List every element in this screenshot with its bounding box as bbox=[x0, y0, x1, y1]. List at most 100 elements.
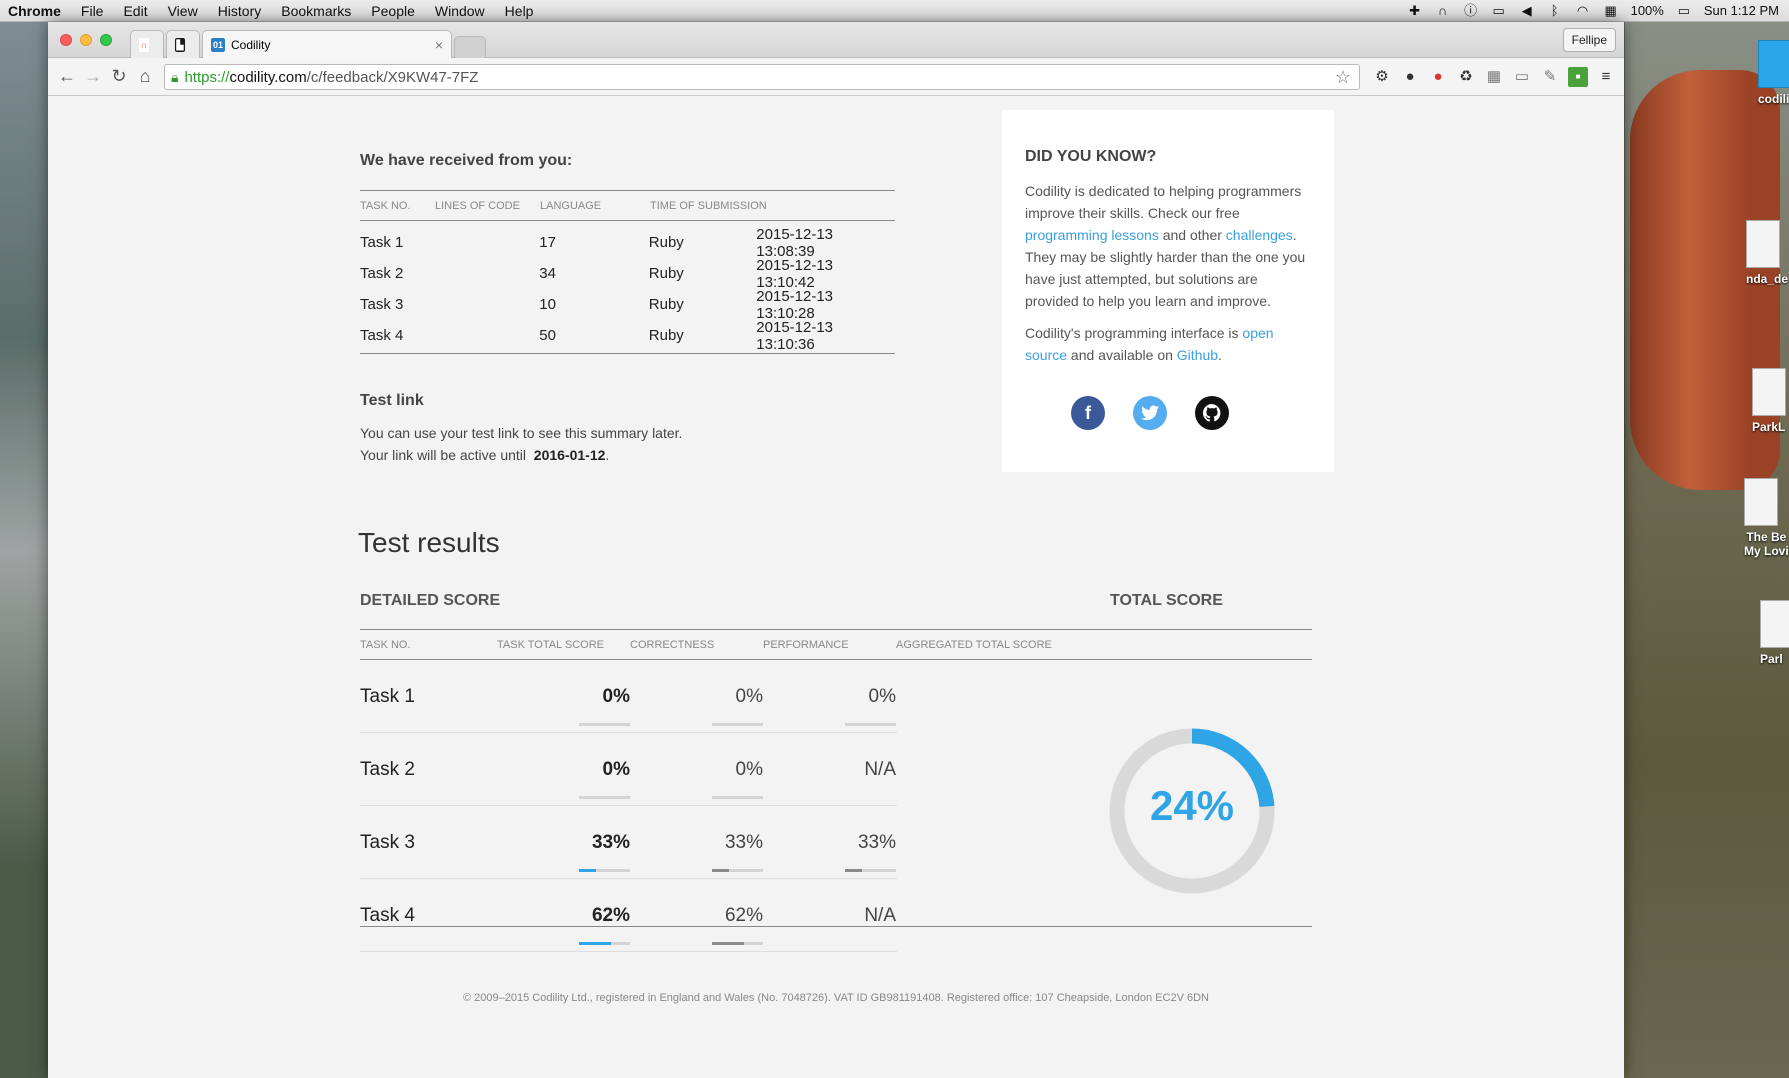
menu-history[interactable]: History bbox=[208, 3, 272, 19]
flag-icon[interactable]: ▦ bbox=[1603, 3, 1619, 18]
tab-codility[interactable]: 01 Codility × bbox=[202, 30, 452, 58]
profile-button[interactable]: Fellipe bbox=[1562, 28, 1616, 52]
zoom-window-button[interactable] bbox=[100, 34, 112, 46]
menu-bookmarks[interactable]: Bookmarks bbox=[271, 3, 361, 19]
received-table: TASK NO. LINES OF CODE LANGUAGE TIME OF … bbox=[360, 190, 895, 354]
lock-icon: 🔒︎ bbox=[171, 68, 179, 85]
airplay-icon[interactable]: ▭ bbox=[1491, 3, 1507, 18]
document-icon bbox=[1760, 600, 1789, 648]
challenges-link[interactable]: challenges bbox=[1226, 227, 1293, 243]
recycle-icon[interactable]: ♻ bbox=[1456, 67, 1476, 87]
did-you-know-paragraph-2: Codility's programming interface is open… bbox=[1025, 325, 1274, 363]
col-time: TIME OF SUBMISSION bbox=[650, 199, 767, 212]
menu-view[interactable]: View bbox=[158, 3, 208, 19]
browser-toolbar: ← → ↻ ⌂ 🔒︎ https:// codility.com /c/feed… bbox=[48, 58, 1624, 96]
divider bbox=[360, 353, 895, 354]
score-bar bbox=[579, 796, 630, 799]
bluetooth-icon[interactable]: ᛒ bbox=[1547, 3, 1563, 18]
col-performance: PERFORMANCE bbox=[763, 638, 849, 651]
cast-icon[interactable]: ▭ bbox=[1512, 67, 1532, 87]
received-table-header: TASK NO. LINES OF CODE LANGUAGE TIME OF … bbox=[360, 191, 895, 221]
plus-cross-icon[interactable]: ✚ bbox=[1407, 3, 1423, 18]
extension-grid-icon[interactable]: ▦ bbox=[1484, 67, 1504, 87]
correctness-bar bbox=[712, 869, 763, 872]
info-icon[interactable]: ⓘ bbox=[1463, 3, 1479, 18]
correctness-bar bbox=[712, 723, 763, 726]
volume-icon[interactable]: ◀ bbox=[1519, 3, 1535, 18]
home-icon[interactable]: ⌂ bbox=[132, 66, 158, 87]
github-octocat-icon[interactable] bbox=[1195, 396, 1229, 430]
test-link-line2: Your link will be active until 2016-01-1… bbox=[360, 447, 610, 463]
total-score-value: 24% bbox=[1149, 782, 1235, 829]
tab-strip: ∩ ▙ 01 Codility × Fellipe bbox=[48, 22, 1624, 58]
tab-pinned-2[interactable]: ▙ bbox=[166, 30, 200, 58]
desktop-icon-the-be[interactable]: The Be My Lovi bbox=[1744, 478, 1789, 558]
menu-edit[interactable]: Edit bbox=[113, 3, 157, 19]
app-favicon-icon: ▙ bbox=[175, 37, 185, 52]
test-link-heading: Test link bbox=[360, 392, 424, 409]
headphones-icon[interactable]: ∩ bbox=[1435, 3, 1451, 18]
extension-pen-icon[interactable]: ✎ bbox=[1540, 67, 1560, 87]
total-score-heading: TOTAL SCORE bbox=[1110, 592, 1223, 609]
desktop-icon-codility[interactable]: codili bbox=[1758, 40, 1789, 106]
programming-lessons-link[interactable]: programming lessons bbox=[1025, 227, 1159, 243]
address-bar[interactable]: 🔒︎ https:// codility.com /c/feedback/X9K… bbox=[164, 64, 1360, 90]
document-icon bbox=[1752, 368, 1786, 416]
close-window-button[interactable] bbox=[60, 34, 72, 46]
score-bar bbox=[579, 942, 630, 945]
star-icon[interactable]: ☆ bbox=[1335, 67, 1351, 88]
hamburger-icon[interactable]: ≡ bbox=[1596, 67, 1616, 87]
extension-red-icon[interactable]: ● bbox=[1428, 67, 1448, 87]
table-row: Task 2 34 Ruby 2015-12-13 13:10:42 bbox=[360, 256, 834, 291]
score-table-header: TASK NO. TASK TOTAL SCORE CORRECTNESS PE… bbox=[360, 630, 1312, 660]
desktop-icon-nda[interactable]: nda_de bbox=[1746, 220, 1788, 286]
menu-window[interactable]: Window bbox=[425, 3, 495, 19]
close-tab-icon[interactable]: × bbox=[435, 37, 443, 53]
document-icon bbox=[1744, 478, 1778, 526]
desktop-icon-parkl[interactable]: ParkL bbox=[1752, 368, 1786, 434]
github-link[interactable]: Github bbox=[1177, 347, 1218, 363]
correctness-bar bbox=[712, 942, 763, 945]
test-link-section: Test link You can use your test link to … bbox=[360, 392, 895, 466]
tab-pinned-1[interactable]: ∩ bbox=[130, 30, 164, 58]
page-content: We have received from you: TASK NO. LINE… bbox=[48, 97, 1624, 1078]
battery-icon[interactable]: ▭ bbox=[1676, 3, 1692, 18]
url-path: /c/feedback/X9KW47-7FZ bbox=[306, 68, 479, 86]
minimize-window-button[interactable] bbox=[80, 34, 92, 46]
desktop-icon-parl[interactable]: Parl bbox=[1760, 600, 1789, 666]
table-row: Task 4 50 Ruby 2015-12-13 13:10:36 bbox=[360, 318, 834, 353]
menu-file[interactable]: File bbox=[71, 3, 114, 19]
reload-icon[interactable]: ↻ bbox=[106, 66, 132, 87]
clock[interactable]: Sun 1:12 PM bbox=[1704, 3, 1779, 18]
gear-icon[interactable]: ⚙ bbox=[1372, 67, 1392, 87]
footer: © 2009–2015 Codility Ltd., registered in… bbox=[463, 992, 1209, 1004]
new-tab-button[interactable] bbox=[454, 36, 486, 58]
arrow-left-icon[interactable]: ← bbox=[54, 66, 80, 87]
detailed-score-heading: DETAILED SCORE bbox=[360, 592, 501, 609]
desktop-background-left bbox=[0, 22, 48, 1078]
codility-favicon-icon: 01 bbox=[211, 37, 225, 52]
arrow-right-icon[interactable]: → bbox=[80, 66, 106, 87]
expiry-date: 2016-01-12 bbox=[533, 447, 606, 463]
test-link-line1: You can use your test link to see this s… bbox=[360, 425, 683, 441]
received-heading: We have received from you: bbox=[360, 152, 573, 169]
facebook-icon[interactable]: f bbox=[1071, 396, 1105, 430]
did-you-know-paragraph-1: Codility is dedicated to helping program… bbox=[1025, 183, 1306, 309]
wifi-icon[interactable]: ◠ bbox=[1575, 3, 1591, 18]
menu-app-chrome[interactable]: Chrome bbox=[0, 3, 71, 19]
browser-window: ∩ ▙ 01 Codility × Fellipe ← → ↻ ⌂ 🔒︎ htt… bbox=[48, 22, 1624, 1078]
twitter-icon[interactable] bbox=[1133, 396, 1167, 430]
menu-people[interactable]: People bbox=[361, 3, 425, 19]
menu-help[interactable]: Help bbox=[495, 3, 544, 19]
test-results-title: Test results bbox=[358, 527, 500, 558]
github-icon[interactable]: ● bbox=[1400, 67, 1420, 87]
battery-percent[interactable]: 100% bbox=[1631, 3, 1664, 18]
url-scheme: https:// bbox=[184, 68, 230, 86]
table-row: Task 3 33% 33% 33% bbox=[360, 806, 897, 879]
table-row: Task 2 0% 0% N/A bbox=[360, 733, 897, 806]
col-lines: LINES OF CODE bbox=[435, 199, 520, 212]
status-area: ✚ ∩ ⓘ ▭ ◀ ᛒ ◠ ▦ 100% ▭ Sun 1:12 PM bbox=[1407, 3, 1789, 18]
cors-extension-icon[interactable]: ■ bbox=[1568, 67, 1588, 87]
col-task-total-score: TASK TOTAL SCORE bbox=[497, 638, 604, 651]
score-bar bbox=[579, 869, 630, 872]
